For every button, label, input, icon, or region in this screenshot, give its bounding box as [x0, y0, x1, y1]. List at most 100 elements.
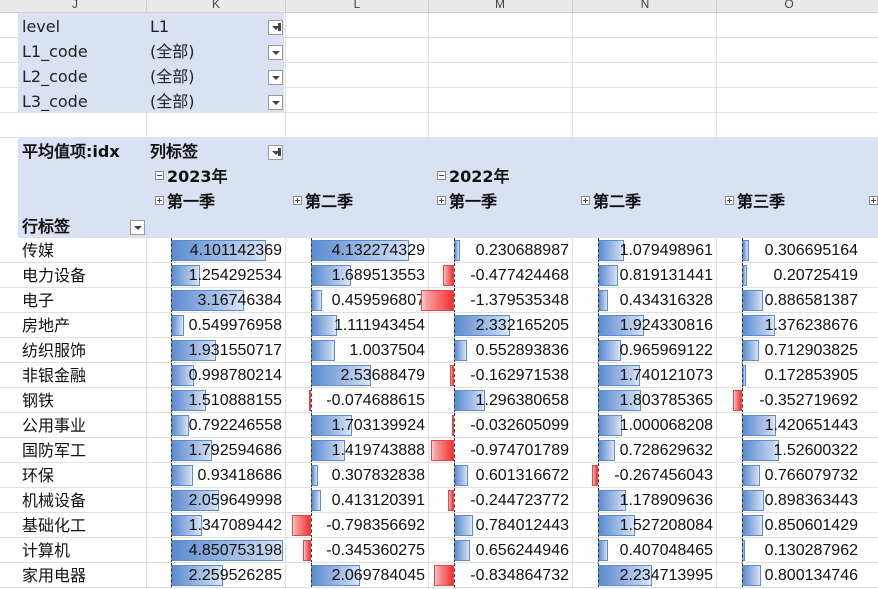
- data-cell[interactable]: 1.111943454: [286, 313, 428, 338]
- row-label[interactable]: 环保: [22, 463, 54, 488]
- data-cell[interactable]: 0.728629632: [573, 438, 716, 463]
- data-cell[interactable]: -0.477424468: [429, 263, 572, 288]
- filter-value-l2-code[interactable]: (全部): [150, 64, 195, 89]
- data-cell[interactable]: 1.420651443: [717, 413, 861, 438]
- column-header-k[interactable]: K: [201, 0, 231, 12]
- data-cell[interactable]: 2.069784045: [286, 563, 428, 588]
- data-cell[interactable]: -0.244723772: [429, 488, 572, 513]
- data-cell[interactable]: 0.656244946: [429, 538, 572, 563]
- column-divider[interactable]: [428, 0, 429, 12]
- data-cell[interactable]: -0.074688615: [286, 388, 428, 413]
- row-label[interactable]: 非银金融: [22, 363, 86, 388]
- column-header-m[interactable]: M: [485, 0, 515, 12]
- row-labels-dropdown-icon[interactable]: [130, 220, 145, 235]
- data-cell[interactable]: 0.998780214: [147, 363, 285, 388]
- data-cell[interactable]: 1.52600322: [717, 438, 861, 463]
- data-cell[interactable]: 0.601316672: [429, 463, 572, 488]
- data-cell[interactable]: -0.798356692: [286, 513, 428, 538]
- data-cell[interactable]: 0.413120391: [286, 488, 428, 513]
- column-divider[interactable]: [716, 0, 717, 12]
- dropdown-arrow-icon[interactable]: [268, 45, 283, 60]
- data-cell[interactable]: 1.689513553: [286, 263, 428, 288]
- data-cell[interactable]: 1.792594686: [147, 438, 285, 463]
- data-cell[interactable]: 1.178909636: [573, 488, 716, 513]
- data-cell[interactable]: 2.059649998: [147, 488, 285, 513]
- data-cell[interactable]: 1.740121073: [573, 363, 716, 388]
- filter-value-l1-code[interactable]: (全部): [150, 39, 195, 64]
- filter-value-l3-code[interactable]: (全部): [150, 89, 195, 114]
- column-header-o[interactable]: O: [774, 0, 804, 12]
- data-cell[interactable]: 0.434316328: [573, 288, 716, 313]
- row-label[interactable]: 传媒: [22, 238, 54, 263]
- row-label[interactable]: 电力设备: [22, 263, 86, 288]
- data-cell[interactable]: 1.924330816: [573, 313, 716, 338]
- filter-dropdown-icon[interactable]: [268, 20, 283, 35]
- data-cell[interactable]: 0.800134746: [717, 563, 861, 588]
- data-cell[interactable]: 0.93418686: [147, 463, 285, 488]
- row-label[interactable]: 房地产: [22, 313, 70, 338]
- column-header-j[interactable]: J: [60, 0, 90, 12]
- data-cell[interactable]: 1.419743888: [286, 438, 428, 463]
- row-label[interactable]: 纺织服饰: [22, 338, 86, 363]
- collapse-icon[interactable]: [155, 171, 164, 180]
- data-cell[interactable]: 1.347089442: [147, 513, 285, 538]
- data-cell[interactable]: -1.379535348: [420, 288, 572, 313]
- data-cell[interactable]: 3.16746384: [147, 288, 285, 313]
- data-cell[interactable]: 1.803785365: [573, 388, 716, 413]
- data-cell[interactable]: 0.819131441: [573, 263, 716, 288]
- column-header-l[interactable]: L: [342, 0, 372, 12]
- data-cell[interactable]: 0.850601429: [717, 513, 861, 538]
- data-cell[interactable]: -0.162971538: [429, 363, 572, 388]
- data-cell[interactable]: 1.527208084: [573, 513, 716, 538]
- data-cell[interactable]: 1.931550717: [147, 338, 285, 363]
- data-cell[interactable]: -0.834864732: [429, 563, 572, 588]
- data-cell[interactable]: 0.712903825: [717, 338, 861, 363]
- data-cell[interactable]: 0.784012443: [429, 513, 572, 538]
- row-label[interactable]: 家用电器: [22, 563, 86, 588]
- data-cell[interactable]: 0.306695164: [717, 238, 861, 263]
- data-cell[interactable]: 0.886581387: [717, 288, 861, 313]
- expand-icon[interactable]: [155, 196, 164, 205]
- data-cell[interactable]: 0.459596807: [286, 288, 428, 313]
- filter-value-level[interactable]: L1: [150, 14, 169, 39]
- data-cell[interactable]: 4.132274329: [286, 238, 428, 263]
- column-divider[interactable]: [146, 0, 147, 12]
- dropdown-arrow-icon[interactable]: [268, 95, 283, 110]
- data-cell[interactable]: 2.53688479: [286, 363, 428, 388]
- data-cell[interactable]: 1.0037504: [286, 338, 428, 363]
- data-cell[interactable]: 4.850753198: [147, 538, 285, 563]
- data-cell[interactable]: 2.234713995: [573, 563, 716, 588]
- expand-icon[interactable]: [437, 196, 446, 205]
- data-cell[interactable]: -0.267456043: [573, 463, 716, 488]
- data-cell[interactable]: 1.296380658: [429, 388, 572, 413]
- data-cell[interactable]: 1.703139924: [286, 413, 428, 438]
- data-cell[interactable]: 0.172853905: [717, 363, 861, 388]
- data-cell[interactable]: 4.101142369: [147, 238, 285, 263]
- expand-icon[interactable]: [293, 196, 302, 205]
- data-cell[interactable]: 0.792246558: [147, 413, 285, 438]
- data-cell[interactable]: 0.130287962: [717, 538, 861, 563]
- row-label[interactable]: 基础化工: [22, 513, 86, 538]
- data-cell[interactable]: 1.254292534: [147, 263, 285, 288]
- row-label[interactable]: 钢铁: [22, 388, 54, 413]
- data-cell[interactable]: 2.332165205: [429, 313, 572, 338]
- data-cell[interactable]: 1.000068208: [573, 413, 716, 438]
- data-cell[interactable]: -0.345360275: [286, 538, 428, 563]
- data-cell[interactable]: 0.898363443: [717, 488, 861, 513]
- data-cell[interactable]: 1.079498961: [573, 238, 716, 263]
- data-cell[interactable]: -0.032605099: [429, 413, 572, 438]
- row-label[interactable]: 机械设备: [22, 488, 86, 513]
- row-label[interactable]: 电子: [22, 288, 54, 313]
- column-divider[interactable]: [572, 0, 573, 12]
- data-cell[interactable]: 0.549976958: [147, 313, 285, 338]
- column-labels-filter-icon[interactable]: [268, 145, 283, 160]
- data-cell[interactable]: 0.230688987: [429, 238, 572, 263]
- data-cell[interactable]: 0.407048465: [573, 538, 716, 563]
- data-cell[interactable]: 0.307832838: [286, 463, 428, 488]
- dropdown-arrow-icon[interactable]: [268, 70, 283, 85]
- row-label[interactable]: 计算机: [22, 538, 70, 563]
- data-cell[interactable]: 0.552893836: [429, 338, 572, 363]
- data-cell[interactable]: 1.510888155: [147, 388, 285, 413]
- collapse-icon[interactable]: [437, 171, 446, 180]
- row-label[interactable]: 公用事业: [22, 413, 86, 438]
